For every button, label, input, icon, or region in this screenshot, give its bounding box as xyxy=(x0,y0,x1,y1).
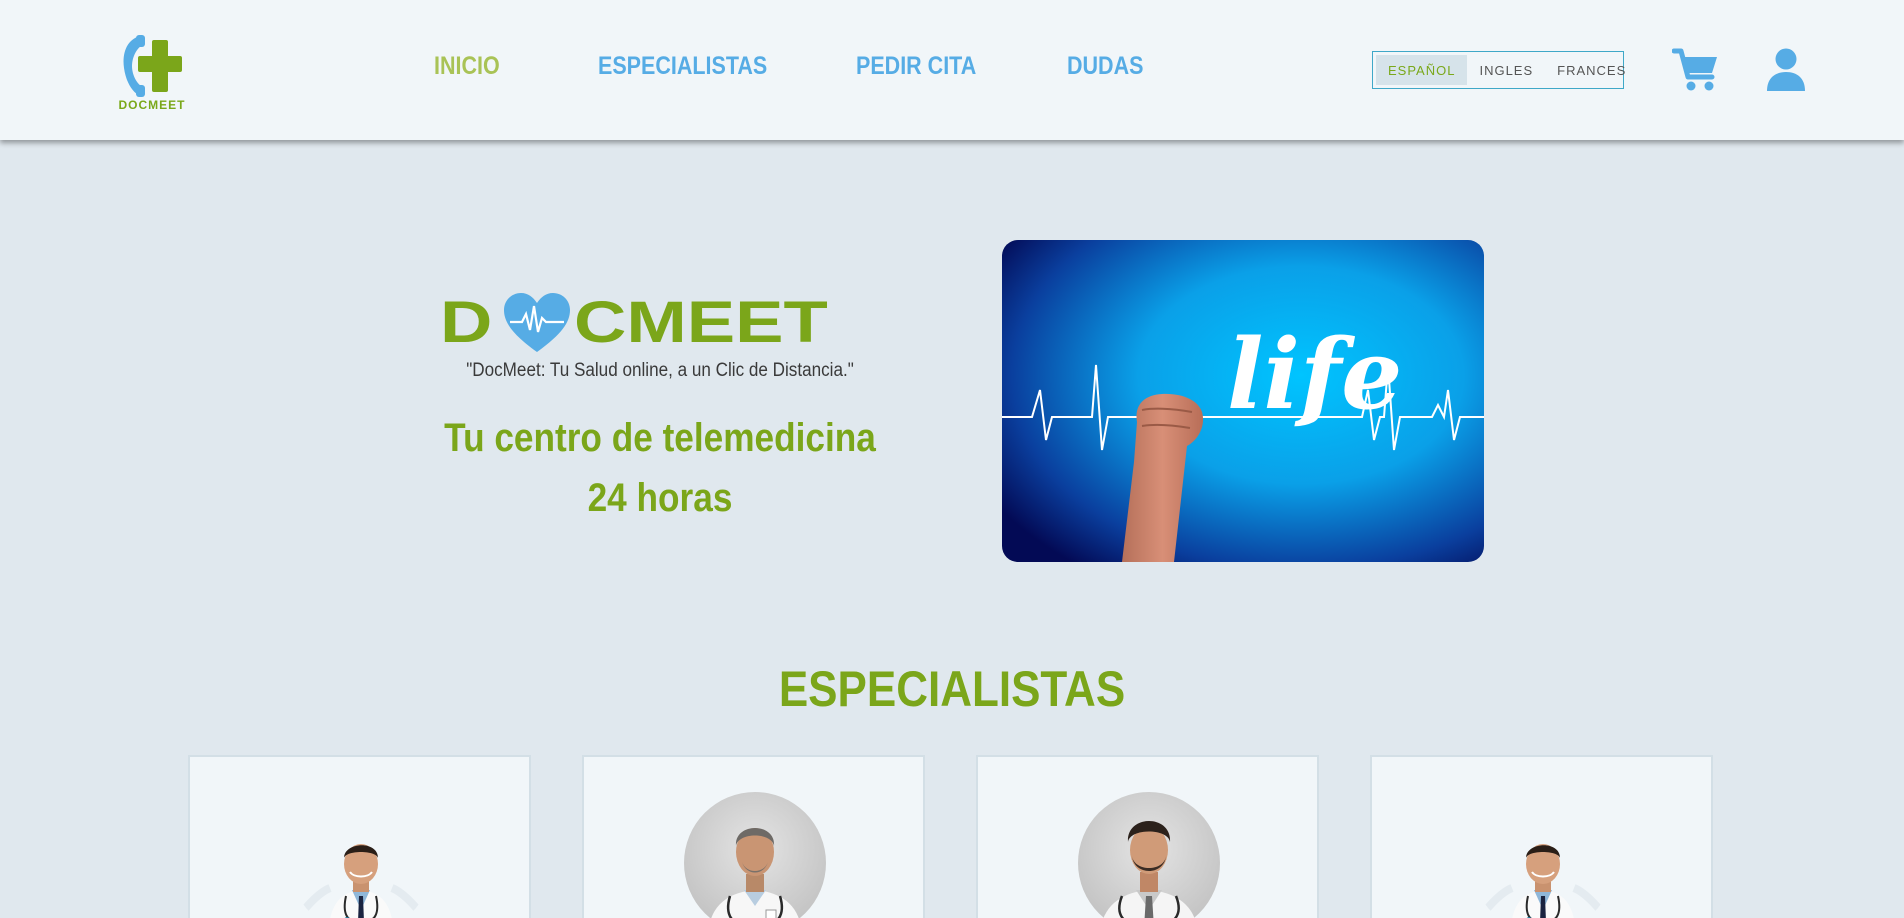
heart-icon xyxy=(504,293,570,352)
tagline: "DocMeet: Tu Salud online, a un Clic de … xyxy=(466,360,854,381)
specialist-card[interactable] xyxy=(582,755,925,918)
lang-espanol[interactable]: ESPAÑOL xyxy=(1376,55,1468,85)
nav-dudas[interactable]: DUDAS xyxy=(1067,52,1143,81)
specialist-card[interactable] xyxy=(976,755,1319,918)
nav-especialistas[interactable]: ESPECIALISTAS xyxy=(598,52,767,81)
cart-icon[interactable] xyxy=(1672,48,1720,92)
wordmark-cmeet: CMEET xyxy=(574,290,828,355)
doctor-avatar xyxy=(684,792,826,918)
lang-ingles[interactable]: INGLES xyxy=(1467,55,1545,85)
nav-pedir-cita[interactable]: PEDIR CITA xyxy=(856,52,976,81)
language-selector: ESPAÑOL INGLES FRANCES xyxy=(1372,51,1625,89)
specialist-card[interactable] xyxy=(1370,755,1713,918)
lang-frances[interactable]: FRANCES xyxy=(1545,55,1638,85)
user-icon[interactable] xyxy=(1766,48,1806,92)
hero-image: life xyxy=(1002,240,1484,562)
top-navbar: DOCMEET INICIO ESPECIALISTAS PEDIR CITA … xyxy=(0,0,1904,140)
phone-cross-icon xyxy=(123,35,182,97)
specialists-title: ESPECIALISTAS xyxy=(778,661,1126,717)
hero-title: Tu centro de telemedicina 24 horas xyxy=(444,416,876,520)
doctor-avatar xyxy=(1078,792,1220,918)
docmeet-logo[interactable]: DOCMEET xyxy=(104,34,200,112)
wordmark-d: D xyxy=(440,290,493,355)
nav-inicio[interactable]: INICIO xyxy=(434,52,500,81)
image-life-text: life xyxy=(1227,318,1402,431)
specialist-card[interactable] xyxy=(188,755,531,918)
docmeet-wordmark: D CMEET xyxy=(440,292,880,354)
doctor-avatar xyxy=(1472,792,1614,918)
logo-text: DOCMEET xyxy=(118,98,186,112)
doctor-avatar xyxy=(290,792,432,918)
